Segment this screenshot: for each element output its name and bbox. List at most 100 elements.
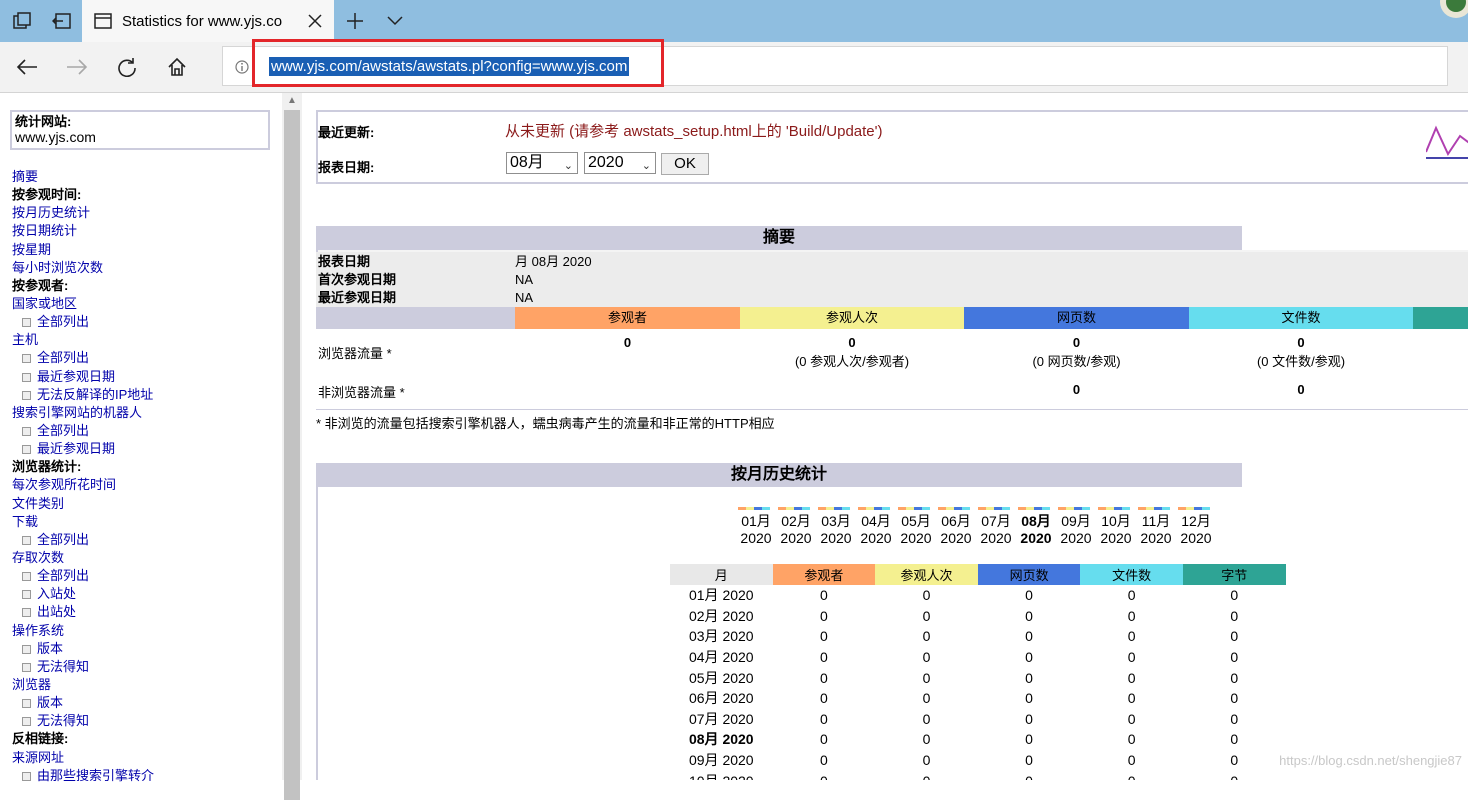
sidebar-item-label: 摘要 bbox=[12, 169, 39, 184]
sidebar-item[interactable]: 文件类别 bbox=[12, 495, 277, 513]
sidebar-item[interactable]: 最近参观日期 bbox=[12, 368, 277, 386]
sidebar-item-label: 按星期 bbox=[12, 241, 52, 257]
awstats-logo-icon bbox=[1426, 125, 1468, 159]
sidebar-item[interactable]: 下载 bbox=[12, 513, 277, 531]
tab-active[interactable]: Statistics for www.yjs.co bbox=[82, 0, 334, 42]
sidebar-item[interactable]: 版本 bbox=[12, 694, 277, 712]
sidebar-item[interactable]: 全部列出 bbox=[12, 313, 277, 331]
sidebar-item-label: 文件类别 bbox=[12, 495, 65, 511]
sidebar-item[interactable]: 全部列出 bbox=[12, 567, 277, 585]
sidebar-item[interactable]: 入站处 bbox=[12, 585, 277, 603]
home-button[interactable] bbox=[154, 42, 200, 92]
value-cell: 0 bbox=[1127, 649, 1136, 666]
sidebar-item-label: 全部列出 bbox=[37, 422, 90, 438]
avatar[interactable] bbox=[1430, 0, 1468, 22]
sidebar-item[interactable]: 国家或地区 bbox=[12, 295, 277, 313]
month-label: 11月 bbox=[1141, 513, 1171, 529]
site-box: 统计网站: www.yjs.com bbox=[10, 110, 270, 150]
sidebar-item[interactable]: 浏览器 bbox=[12, 676, 277, 694]
value-cell: 0 bbox=[819, 649, 828, 666]
sidebar-item[interactable]: 全部列出 bbox=[12, 531, 277, 549]
value-cell: 0 bbox=[1230, 628, 1239, 645]
summary-row: 首次参观日期 NA bbox=[318, 271, 1418, 289]
month-cell: 06月 2020 bbox=[688, 690, 754, 707]
sidebar-item[interactable]: 按星期 bbox=[12, 241, 277, 259]
refresh-button[interactable] bbox=[104, 42, 150, 92]
sidebar-item[interactable]: 出站处 bbox=[12, 603, 277, 621]
sidebar-item[interactable]: 最近参观日期 bbox=[12, 440, 277, 458]
ok-button[interactable]: OK bbox=[661, 153, 709, 175]
url-highlight-box bbox=[252, 39, 664, 87]
sidebar-item[interactable]: 存取次数 bbox=[12, 549, 277, 567]
table-row: 01月 2020 0 0 0 0 0 bbox=[670, 585, 1286, 606]
value-cell: 0 bbox=[773, 770, 876, 780]
refresh-icon bbox=[118, 58, 136, 77]
table-row: 03月 2020 0 0 0 0 0 bbox=[670, 626, 1286, 647]
scrollbar-thumb[interactable] bbox=[284, 110, 300, 800]
value-cell: 0 bbox=[1025, 731, 1033, 748]
scroll-up-icon[interactable]: ▲ bbox=[285, 95, 299, 107]
value-cell: 0 bbox=[819, 669, 828, 686]
sidebar-item[interactable]: 来源网址 bbox=[12, 749, 277, 767]
sidebar-section-heading: 按参观者: bbox=[12, 277, 277, 295]
sidebar-item-label: 由那些搜索引擎转介 bbox=[37, 767, 155, 783]
sidebar-item[interactable]: 每次参观所花时间 bbox=[12, 476, 277, 494]
month-axis-label: 11月 2020 bbox=[1136, 513, 1176, 547]
sidebar-item[interactable]: 由那些搜索引擎转介 bbox=[12, 767, 277, 785]
value-cell: 0 bbox=[819, 731, 828, 748]
forward-button[interactable] bbox=[54, 42, 100, 92]
table-header-cell: 参观人次 bbox=[875, 564, 978, 585]
month-label: 07月 bbox=[981, 513, 1011, 529]
value-cell: 0 bbox=[1080, 770, 1183, 780]
tab-list-button[interactable] bbox=[375, 0, 415, 42]
list-bullet-icon bbox=[22, 717, 31, 727]
close-tab-icon[interactable] bbox=[308, 14, 322, 28]
month-cell: 09月 2020 bbox=[688, 752, 754, 769]
sidebar-section-heading: 浏览器统计: bbox=[12, 458, 277, 476]
last-update-label: 最近更新: bbox=[318, 125, 375, 140]
new-tab-button[interactable] bbox=[335, 0, 375, 42]
site-label: 统计网站: bbox=[15, 114, 72, 129]
month-cell: 10月 2020 bbox=[670, 770, 773, 780]
sidebar-item[interactable]: 无法得知 bbox=[12, 712, 277, 730]
month-select[interactable]: 08月 ⌄ bbox=[506, 152, 578, 174]
forward-arrow-icon bbox=[67, 59, 88, 75]
year-label: 2020 bbox=[1100, 530, 1132, 546]
sidebar-item-label: 全部列出 bbox=[37, 568, 90, 584]
table-row: 04月 2020 0 0 0 0 0 bbox=[670, 647, 1286, 668]
sidebar-item[interactable]: 按日期统计 bbox=[12, 222, 277, 240]
sidebar-item[interactable]: 全部列出 bbox=[12, 422, 277, 440]
sidebar-item[interactable]: 主机 bbox=[12, 331, 277, 349]
sidebar-item[interactable]: 全部列出 bbox=[12, 349, 277, 367]
sidebar-item[interactable]: 无法得知 bbox=[12, 658, 277, 676]
sidebar-item[interactable]: 操作系统 bbox=[12, 622, 277, 640]
sidebar-item-label: 无法反解译的IP地址 bbox=[37, 386, 154, 402]
plus-icon bbox=[347, 13, 363, 29]
set-aside-tabs-icon[interactable] bbox=[42, 0, 82, 42]
info-icon[interactable] bbox=[235, 60, 249, 74]
table-row: 05月 2020 0 0 0 0 0 bbox=[670, 667, 1286, 688]
list-bullet-icon bbox=[22, 644, 31, 654]
watermark-text: https://blog.csdn.net/shengjie87 bbox=[1279, 753, 1462, 768]
year-label: 2020 bbox=[740, 530, 772, 546]
sidebar-item[interactable]: 搜索引擎网站的机器人 bbox=[12, 404, 277, 422]
sidebar-item[interactable]: 按月历史统计 bbox=[12, 204, 277, 222]
sidebar-item[interactable]: 版本 bbox=[12, 640, 277, 658]
month-axis-label: 06月 2020 bbox=[936, 513, 976, 547]
value-cell: 0 bbox=[1025, 669, 1033, 686]
sidebar-item[interactable]: 每小时浏览次数 bbox=[12, 259, 277, 277]
year-select[interactable]: 2020 ⌄ bbox=[584, 152, 656, 174]
month-axis-label: 04月 2020 bbox=[856, 513, 896, 547]
value-cell: 0 bbox=[922, 587, 931, 604]
tab-actions-icon[interactable] bbox=[2, 0, 42, 42]
value-cell: 0 bbox=[922, 710, 931, 727]
sidebar-item[interactable]: 无法反解译的IP地址 bbox=[12, 386, 277, 404]
month-label: 03月 bbox=[821, 513, 851, 529]
sidebar-item-label: 下载 bbox=[12, 513, 39, 529]
back-button[interactable] bbox=[4, 42, 50, 92]
year-label: 2020 bbox=[1180, 530, 1212, 546]
sidebar-item[interactable]: 摘要 bbox=[12, 168, 277, 186]
left-frame-scrollbar[interactable]: ▲ bbox=[282, 93, 302, 800]
value-cell: 0 bbox=[1025, 710, 1033, 727]
value-cell: 0 bbox=[819, 710, 828, 727]
